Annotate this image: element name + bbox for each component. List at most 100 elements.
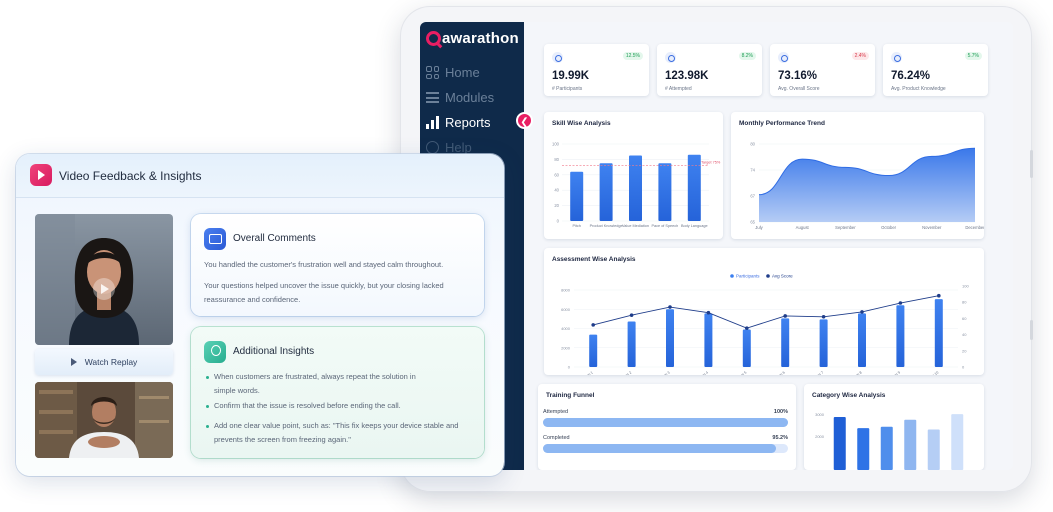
help-icon bbox=[426, 141, 439, 154]
stat-card-attempted[interactable]: 8.2% 123.98K # Attempted bbox=[657, 44, 762, 96]
x-tick-label: Assm 1 bbox=[582, 371, 594, 375]
video-play-icon bbox=[30, 164, 52, 186]
x-tick-label: Assm 9 bbox=[889, 371, 901, 375]
comment-text: Your questions helped uncover the issue … bbox=[204, 281, 444, 304]
legend-label: Participants bbox=[736, 274, 760, 279]
funnel-label: Completed bbox=[543, 435, 570, 441]
bar bbox=[589, 334, 598, 367]
video-feedback-panel: Video Feedback & Insights Watch Replay O… bbox=[16, 154, 504, 476]
y2-tick-label: 80 bbox=[962, 300, 967, 305]
bar bbox=[951, 414, 964, 470]
sidebar-item-reports[interactable]: Reports bbox=[426, 110, 522, 135]
participant-video[interactable] bbox=[35, 214, 173, 345]
logo-q-icon bbox=[426, 31, 441, 46]
y-tick-label: 4000 bbox=[561, 326, 571, 331]
assessment-wise-chart: Participants Avg Score 8000 6000 4000 2000 0 10… bbox=[561, 274, 969, 376]
funnel-bar bbox=[543, 444, 777, 453]
users-icon bbox=[552, 52, 563, 63]
monthly-trend-card: Monthly Performance Trend 80 74 67 65 July Au… bbox=[731, 112, 984, 239]
stat-label: Avg. Overall Score bbox=[778, 86, 820, 92]
y-tick-label: 6000 bbox=[561, 307, 571, 312]
sidebar-item-home[interactable]: Home bbox=[426, 60, 522, 85]
stat-value: 123.98K bbox=[665, 70, 709, 82]
y-tick-label: 100 bbox=[552, 142, 560, 147]
y-tick-label: 3000 bbox=[815, 412, 825, 417]
additional-insights-title: Additional Insights bbox=[233, 346, 315, 357]
overall-comments-title: Overall Comments bbox=[233, 233, 316, 244]
bar-chart-icon bbox=[426, 116, 439, 129]
insight-item: When customers are frustrated, always re… bbox=[206, 370, 438, 398]
x-tick-label: December bbox=[965, 225, 984, 230]
collapse-sidebar-button[interactable]: ❮ bbox=[516, 112, 533, 129]
trend-badge: 2.4% bbox=[851, 52, 869, 60]
tablet-side-button bbox=[1030, 320, 1033, 340]
comment-text: You handled the customer's frustration w… bbox=[204, 260, 444, 269]
category-wise-card: Category Wise Analysis 3000 2000 bbox=[804, 384, 984, 470]
participant-video-frame bbox=[35, 214, 173, 345]
stat-card-participants[interactable]: 12.5% 19.99K # Participants bbox=[544, 44, 649, 96]
x-tick-label: Assm 3 bbox=[658, 371, 670, 375]
trend-badge: 8.2% bbox=[738, 52, 756, 60]
funnel-value: 100% bbox=[773, 409, 788, 415]
insight-item: Add one clear value point, such as: "Thi… bbox=[206, 419, 466, 447]
y-tick-label: 20 bbox=[554, 203, 559, 208]
card-title: Training Funnel bbox=[546, 392, 595, 399]
funnel-track bbox=[543, 418, 788, 427]
dashboard-screen: awarathon Home Modules Reports Help ❮ 12… bbox=[420, 22, 1013, 470]
evaluator-video[interactable] bbox=[35, 382, 173, 458]
line-point bbox=[591, 323, 595, 327]
play-icon bbox=[70, 358, 77, 366]
funnel-label: Attempted bbox=[543, 409, 569, 415]
x-tick-label: Assm 10 bbox=[926, 371, 940, 375]
y-tick-label: 80 bbox=[554, 157, 559, 162]
line-point bbox=[629, 313, 634, 317]
monthly-trend-chart: 80 74 67 65July August September October Novemb… bbox=[750, 142, 984, 231]
target-icon bbox=[665, 52, 676, 63]
panel-title: Video Feedback & Insights bbox=[59, 169, 202, 183]
x-tick-label: Value Mediation bbox=[622, 224, 649, 228]
stat-card-product-knowledge[interactable]: 5.7% 76.24% Avg. Product Knowledge bbox=[883, 44, 988, 96]
line-point bbox=[898, 301, 903, 305]
bar bbox=[858, 313, 866, 367]
sidebar-item-label: Modules bbox=[445, 90, 495, 105]
x-tick-label: July bbox=[755, 225, 763, 230]
bar bbox=[687, 154, 701, 221]
stat-value: 19.99K bbox=[552, 70, 590, 82]
bar bbox=[599, 163, 613, 221]
sidebar-nav: Home Modules Reports Help bbox=[426, 60, 522, 160]
x-tick-label: August bbox=[796, 225, 810, 230]
x-tick-label: Assm 2 bbox=[620, 371, 632, 375]
y-tick-label: 65 bbox=[750, 220, 755, 225]
x-tick-label: Assm 4 bbox=[697, 371, 709, 375]
x-tick-label: Body Language bbox=[681, 224, 708, 228]
bar bbox=[819, 319, 828, 367]
x-tick-label: September bbox=[835, 225, 856, 230]
sidebar-item-label: Reports bbox=[445, 115, 491, 130]
watch-replay-button[interactable]: Watch Replay bbox=[35, 349, 173, 375]
x-tick-label: Pace of Speech bbox=[651, 224, 678, 228]
funnel-value: 95.2% bbox=[772, 435, 788, 441]
marketing-composite: awarathon Home Modules Reports Help ❮ 12… bbox=[0, 0, 1053, 512]
y-tick-label: 74 bbox=[750, 168, 755, 173]
bar bbox=[704, 313, 713, 367]
bar bbox=[627, 321, 636, 367]
x-tick-label: October bbox=[881, 225, 897, 230]
stat-value: 76.24% bbox=[891, 70, 931, 82]
sidebar-item-modules[interactable]: Modules bbox=[426, 85, 522, 110]
funnel-row: Attempted 100% bbox=[543, 409, 788, 427]
list-icon bbox=[426, 91, 439, 104]
y-tick-label: 60 bbox=[554, 172, 559, 177]
funnel-track bbox=[543, 444, 788, 453]
brand-logo[interactable]: awarathon bbox=[426, 30, 519, 47]
funnel-row: Completed 95.2% bbox=[543, 435, 788, 453]
bar bbox=[927, 429, 940, 470]
book-icon bbox=[891, 52, 902, 63]
sidebar-item-label: Help bbox=[445, 140, 472, 155]
lightbulb-icon bbox=[204, 341, 226, 363]
line-point bbox=[937, 293, 941, 298]
stat-card-overall-score[interactable]: 2.4% 73.16% Avg. Overall Score bbox=[770, 44, 875, 96]
line-point bbox=[668, 305, 672, 309]
bar bbox=[934, 299, 943, 367]
y-tick-label: 0 bbox=[557, 219, 560, 224]
bar bbox=[781, 318, 790, 367]
